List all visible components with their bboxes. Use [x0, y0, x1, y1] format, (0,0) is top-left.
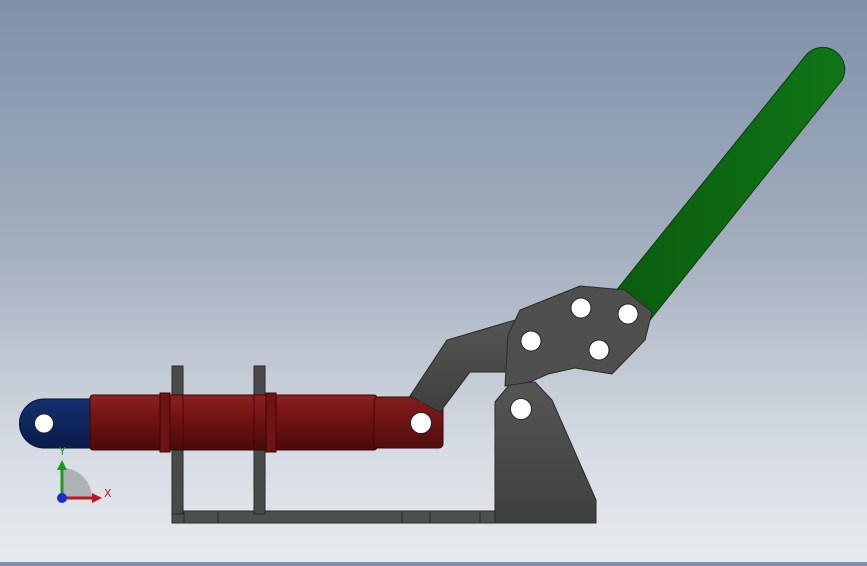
z-axis-dot [57, 493, 67, 503]
cylinder-barrel[interactable] [89, 392, 378, 453]
x-axis-label: X [104, 487, 112, 500]
3d-viewport[interactable]: Y X [0, 0, 867, 562]
pivot-bracket[interactable] [494, 381, 597, 524]
model-view[interactable]: Y X [0, 0, 867, 562]
rod-eye-end[interactable] [19, 398, 97, 449]
y-axis-label: Y [58, 445, 66, 458]
y-axis-arrowhead [57, 460, 67, 470]
x-axis-arrowhead [92, 493, 102, 503]
coordinate-triad: Y X [57, 445, 112, 503]
handle-mounting-plate[interactable] [504, 285, 653, 387]
handle[interactable] [614, 46, 846, 321]
triad-plane-indicator [62, 468, 92, 498]
